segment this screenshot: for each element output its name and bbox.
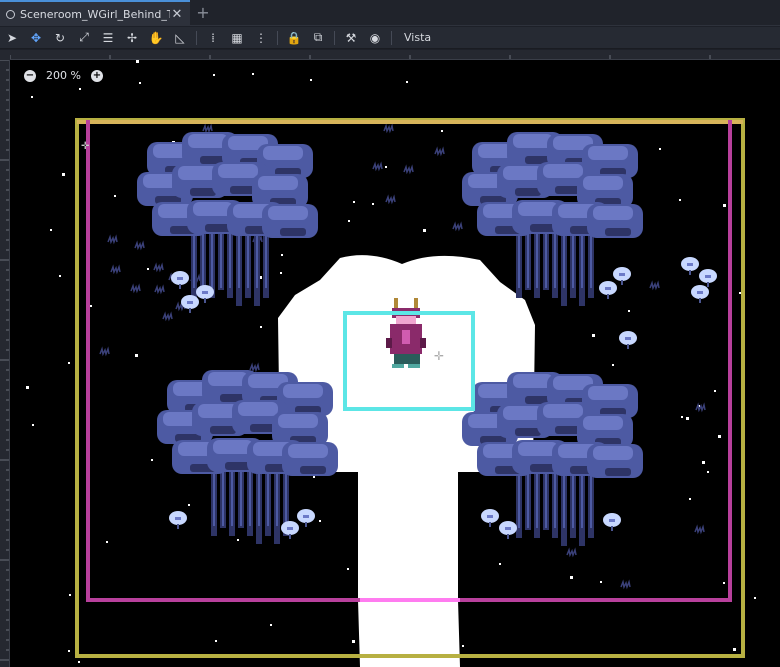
scene-tab-icon — [6, 9, 15, 19]
rotate-tool[interactable]: ↻ — [48, 28, 72, 48]
pan-tool[interactable]: ✋ — [144, 28, 168, 48]
scene-viewport[interactable]: ✛ ✛ − 200 % + — [10, 60, 780, 667]
close-icon[interactable]: ✕ — [170, 7, 184, 22]
ruler-corner — [0, 50, 10, 60]
move-tool[interactable]: ✥ — [24, 28, 48, 48]
toolbar-separator — [391, 30, 392, 45]
add-tab-button[interactable]: + — [194, 2, 212, 24]
group-icon[interactable]: ⧉ — [306, 28, 330, 48]
pivot-cross-icon: ✛ — [434, 349, 444, 363]
zoom-out-button[interactable]: − — [24, 69, 36, 82]
zoom-in-button[interactable]: + — [90, 69, 103, 82]
scene-canvas[interactable]: ✛ ✛ — [10, 60, 780, 667]
snap-tool[interactable]: ⁞ — [201, 28, 225, 48]
scene-tab-label: Sceneroom_WGirl_Behind_Tree — [20, 7, 170, 21]
scene-tab[interactable]: Sceneroom_WGirl_Behind_Tree ✕ — [0, 0, 190, 26]
tab-bar: Sceneroom_WGirl_Behind_Tree ✕ + — [0, 0, 780, 26]
origin-marker-icon: ✛ — [81, 141, 90, 152]
vertical-ruler[interactable] — [0, 60, 10, 667]
tree-top-left[interactable] — [137, 132, 318, 306]
toolbar-separator — [196, 30, 197, 45]
lock-icon[interactable]: 🔒 — [282, 28, 306, 48]
toolbar-separator — [277, 30, 278, 45]
view-menu[interactable]: Vista — [396, 31, 439, 44]
ruler-tool[interactable]: ◺ — [168, 28, 192, 48]
more-icon[interactable]: ⋮ — [249, 28, 273, 48]
scale-tool[interactable]: ⤢ — [72, 28, 96, 48]
camera-icon[interactable]: ◉ — [363, 28, 387, 48]
pivot-tool[interactable]: ✢ — [120, 28, 144, 48]
horizontal-ruler[interactable] — [10, 50, 780, 60]
canvas-toolbar: ➤ ✥ ↻ ⤢ ☰ ✢ ✋ ◺ ⁞ ▦ ⋮ 🔒 ⧉ ⚒ ◉ Vista — [0, 27, 780, 49]
zoom-level[interactable]: 200 % — [46, 69, 81, 82]
list-select-tool[interactable]: ☰ — [96, 28, 120, 48]
select-tool[interactable]: ➤ — [0, 28, 24, 48]
grid-tool[interactable]: ▦ — [225, 28, 249, 48]
bone-icon[interactable]: ⚒ — [339, 28, 363, 48]
toolbar-separator — [334, 30, 335, 45]
zoom-controls: − 200 % + — [24, 69, 103, 82]
